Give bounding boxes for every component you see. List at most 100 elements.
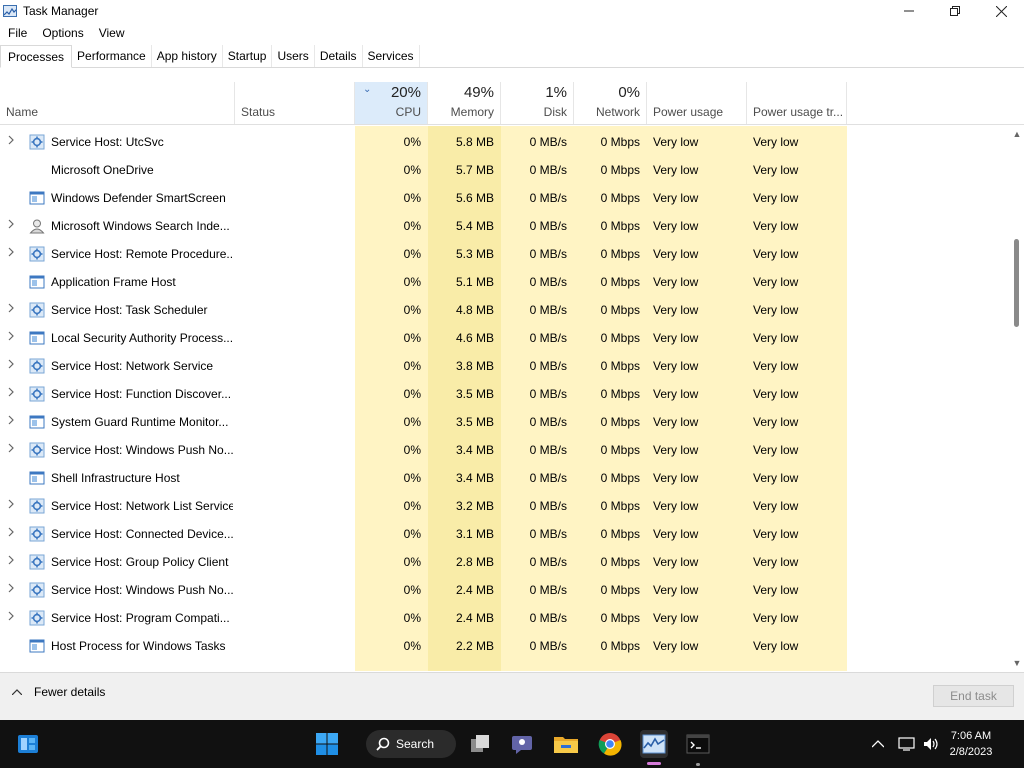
process-network: 0 Mbps [600, 331, 640, 345]
widgets-icon[interactable] [14, 730, 42, 758]
clock-time: 7:06 AM [950, 730, 992, 742]
process-power-usage: Very low [653, 219, 699, 233]
expand-chevron-right-icon[interactable] [8, 380, 18, 408]
maximize-button[interactable] [932, 0, 978, 22]
menu-file[interactable]: File [0, 23, 34, 43]
minimize-icon [904, 10, 914, 12]
process-power-usage: Very low [653, 443, 699, 457]
table-row[interactable]: Shell Infrastructure Host 0% 3.4 MB 0 MB/s 0… [0, 464, 1008, 492]
table-row[interactable]: Service Host: Program Compati... 0% 2.4 MB… [0, 604, 1008, 632]
process-disk: 0 MB/s [529, 443, 567, 457]
disk-total-percent: 1% [545, 84, 567, 101]
scroll-up-arrow-icon[interactable]: ▲ [1011, 128, 1023, 140]
table-row[interactable]: Windows Defender SmartScreen 0% 5.6 MB 0 MB… [0, 184, 1008, 212]
scroll-down-arrow-icon[interactable]: ▼ [1011, 657, 1023, 669]
title-bar[interactable]: Task Manager [0, 0, 1024, 22]
tab-startup[interactable]: Startup [223, 45, 273, 67]
minimize-button[interactable] [886, 0, 932, 22]
expand-chevron-right-icon[interactable] [8, 240, 18, 268]
app-window-icon [29, 190, 45, 206]
teams-chat-icon[interactable] [508, 730, 536, 758]
tab-processes[interactable]: Processes [0, 45, 73, 68]
process-power-usage: Very low [653, 611, 699, 625]
taskbar-search-button[interactable]: Search [366, 730, 456, 758]
process-power-usage-trend: Very low [753, 499, 799, 513]
window-title: Task Manager [23, 4, 99, 18]
tab-services[interactable]: Services [363, 45, 420, 67]
table-row[interactable]: Microsoft Windows Search Inde... 0% 5.4 MB… [0, 212, 1008, 240]
start-icon[interactable] [313, 730, 341, 758]
table-row[interactable]: System Guard Runtime Monitor... 0% 3.5 MB 0… [0, 408, 1008, 436]
table-row[interactable]: Service Host: Network List Service 0% 3.2 … [0, 492, 1008, 520]
expand-chevron-right-icon[interactable] [8, 576, 18, 604]
tab-users[interactable]: Users [272, 45, 315, 67]
file-explorer-icon[interactable] [552, 730, 580, 758]
fewer-details-button[interactable]: Fewer details [11, 685, 105, 699]
active-app-indicator [647, 762, 661, 765]
table-row[interactable]: Service Host: UtcSvc 0% 5.8 MB 0 MB/s 0 Mbps… [0, 128, 1008, 156]
process-memory: 3.5 MB [455, 387, 494, 401]
expand-chevron-right-icon[interactable] [8, 548, 18, 576]
process-power-usage: Very low [653, 471, 699, 485]
expand-chevron-right-icon[interactable] [8, 212, 18, 240]
table-row[interactable]: Service Host: Network Service 0% 3.8 MB 0 M… [0, 352, 1008, 380]
scroll-thumb[interactable] [1014, 239, 1019, 327]
expand-chevron-right-icon[interactable] [8, 520, 18, 548]
process-disk: 0 MB/s [529, 303, 567, 317]
column-header-name[interactable]: Name [0, 82, 235, 124]
column-header-power-usage[interactable]: Power usage [647, 82, 747, 124]
task-manager-icon[interactable] [640, 730, 668, 758]
expand-chevron-right-icon[interactable] [8, 128, 18, 156]
tab-details[interactable]: Details [315, 45, 363, 67]
process-network: 0 Mbps [600, 191, 640, 205]
vertical-scrollbar[interactable]: ▲ ▼ [1009, 126, 1024, 671]
task-view-icon[interactable] [466, 730, 494, 758]
table-row[interactable]: Service Host: Connected Device... 0% 3.1 M… [0, 520, 1008, 548]
network-icon[interactable] [896, 730, 918, 758]
process-power-usage: Very low [653, 303, 699, 317]
expand-chevron-right-icon[interactable] [8, 296, 18, 324]
table-row[interactable]: Application Frame Host 0% 5.1 MB 0 MB/s 0 Mb… [0, 268, 1008, 296]
tab-performance[interactable]: Performance [72, 45, 152, 67]
process-cpu: 0% [403, 387, 421, 401]
expand-chevron-right-icon[interactable] [8, 604, 18, 632]
table-row[interactable]: Service Host: Function Discover... 0% 3.5 … [0, 380, 1008, 408]
process-name: Application Frame Host [51, 275, 176, 289]
expand-chevron-right-icon[interactable] [8, 352, 18, 380]
expand-chevron-right-icon[interactable] [8, 436, 18, 464]
end-task-button[interactable]: End task [933, 685, 1014, 707]
expand-chevron-right-icon[interactable] [8, 492, 18, 520]
column-header-status[interactable]: Status [235, 82, 355, 124]
table-row[interactable]: Service Host: Task Scheduler 0% 4.8 MB 0 MB… [0, 296, 1008, 324]
column-network-label: Network [595, 105, 640, 119]
table-row[interactable]: Service Host: Remote Procedure... 0% 5.3 M… [0, 240, 1008, 268]
show-hidden-icons-chevron-up-icon[interactable] [868, 730, 888, 758]
menu-view[interactable]: View [91, 23, 132, 43]
table-row[interactable]: Microsoft OneDrive 0% 5.7 MB 0 MB/s 0 Mbps Ve… [0, 156, 1008, 184]
chrome-icon[interactable] [596, 730, 624, 758]
process-power-usage-trend: Very low [753, 443, 799, 457]
table-row[interactable]: Host Process for Windows Tasks 0% 2.2 MB 0 … [0, 632, 1008, 660]
table-row[interactable]: Service Host: Windows Push No... 0% 3.4 MB… [0, 436, 1008, 464]
table-row[interactable]: Service Host: Windows Push No... 0% 2.4 MB… [0, 576, 1008, 604]
tab-app-history[interactable]: App history [152, 45, 223, 67]
column-header-cpu[interactable]: ⌄ 20% CPU [355, 82, 428, 124]
column-header-network[interactable]: 0% Network [574, 82, 647, 124]
close-button[interactable] [978, 0, 1024, 22]
menu-options[interactable]: Options [34, 23, 90, 43]
column-header-memory[interactable]: 49% Memory [428, 82, 501, 124]
column-power-usage-trend-label: Power usage tr... [753, 105, 844, 119]
column-header-disk[interactable]: 1% Disk [501, 82, 574, 124]
terminal-icon[interactable] [684, 730, 712, 758]
expand-chevron-right-icon[interactable] [8, 408, 18, 436]
table-row[interactable]: Local Security Authority Process... 0% 4.6… [0, 324, 1008, 352]
process-power-usage-trend: Very low [753, 163, 799, 177]
process-disk: 0 MB/s [529, 527, 567, 541]
process-cpu: 0% [403, 415, 421, 429]
process-name: Shell Infrastructure Host [51, 471, 180, 485]
clock[interactable]: 7:06 AM 2/8/2023 [936, 728, 1006, 760]
process-disk: 0 MB/s [529, 331, 567, 345]
expand-chevron-right-icon[interactable] [8, 324, 18, 352]
table-row[interactable]: Service Host: Group Policy Client 0% 2.8 M… [0, 548, 1008, 576]
column-header-power-usage-trend[interactable]: Power usage tr... [747, 82, 847, 124]
